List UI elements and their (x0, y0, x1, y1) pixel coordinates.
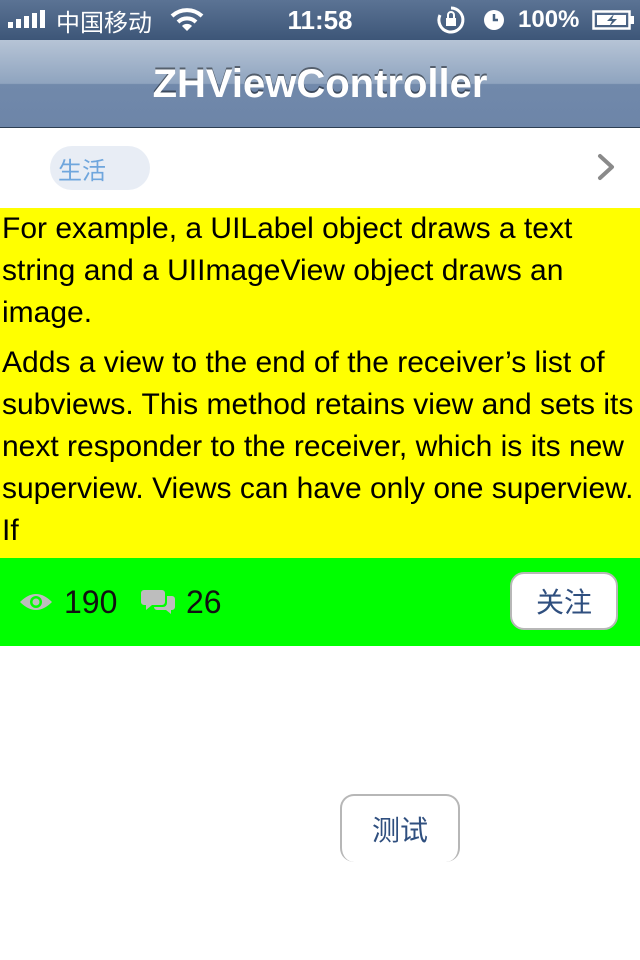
action-bar: 190 26 关注 (0, 558, 640, 646)
status-bar: 中国移动 11:58 100% (0, 0, 640, 40)
comment-icon (141, 590, 175, 614)
content-paragraph-1: For example, a UILabel object draws a te… (2, 212, 573, 329)
alarm-clock-icon (482, 0, 506, 40)
navigation-bar: ZHViewController (0, 40, 640, 128)
rotation-lock-icon (436, 0, 466, 40)
content-paragraph-2: Adds a view to the end of the receiver’s… (2, 346, 634, 547)
follow-button[interactable]: 关注 (510, 572, 618, 630)
nav-title: ZHViewController (152, 61, 488, 106)
chevron-right-icon (598, 154, 614, 180)
eye-icon (20, 594, 52, 610)
content-text-area: For example, a UILabel object draws a te… (0, 208, 640, 558)
views-count: 190 (64, 583, 118, 620)
category-tag[interactable]: 生活 (50, 146, 150, 190)
category-row[interactable]: 生活 (0, 128, 640, 208)
test-button[interactable]: 测试 (340, 794, 460, 862)
battery-percent: 100% (518, 6, 580, 33)
battery-icon (592, 0, 636, 40)
comments-count: 26 (186, 583, 222, 620)
